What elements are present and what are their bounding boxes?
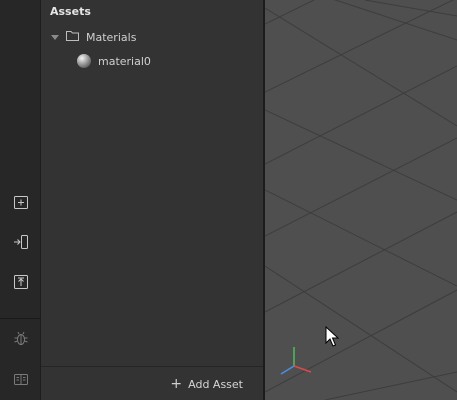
panel-title: Assets <box>50 5 91 18</box>
debug-button[interactable] <box>0 322 41 354</box>
rail-divider <box>0 318 41 319</box>
axis-gizmo <box>280 347 312 375</box>
tree-item-material0[interactable]: material0 <box>77 51 151 71</box>
sphere-material-icon <box>77 54 91 68</box>
caret-down-icon[interactable] <box>51 34 59 40</box>
tree-item-label: material0 <box>98 54 151 68</box>
tree-folder-label: Materials <box>86 30 137 44</box>
docs-icon <box>13 373 28 385</box>
add-asset-label: Add Asset <box>188 377 243 391</box>
folder-icon <box>66 30 79 44</box>
tree-folder-materials[interactable]: Materials <box>51 27 136 47</box>
plus-icon: + <box>170 376 183 392</box>
bug-icon <box>13 331 28 346</box>
new-folder-icon <box>13 195 28 209</box>
add-asset-button[interactable]: + Add Asset <box>170 375 243 393</box>
docs-button[interactable] <box>0 363 41 395</box>
ground-grid <box>265 0 457 400</box>
viewport-3d[interactable] <box>265 0 457 400</box>
import-button[interactable] <box>0 226 41 258</box>
new-folder-button[interactable] <box>0 186 41 218</box>
panel-footer: + Add Asset <box>41 366 263 400</box>
upload-icon <box>13 275 28 289</box>
upload-button[interactable] <box>0 266 41 298</box>
tool-rail <box>0 0 41 400</box>
assets-panel: Assets Materials material0 + Add Asset <box>41 0 263 400</box>
import-icon <box>13 235 29 249</box>
